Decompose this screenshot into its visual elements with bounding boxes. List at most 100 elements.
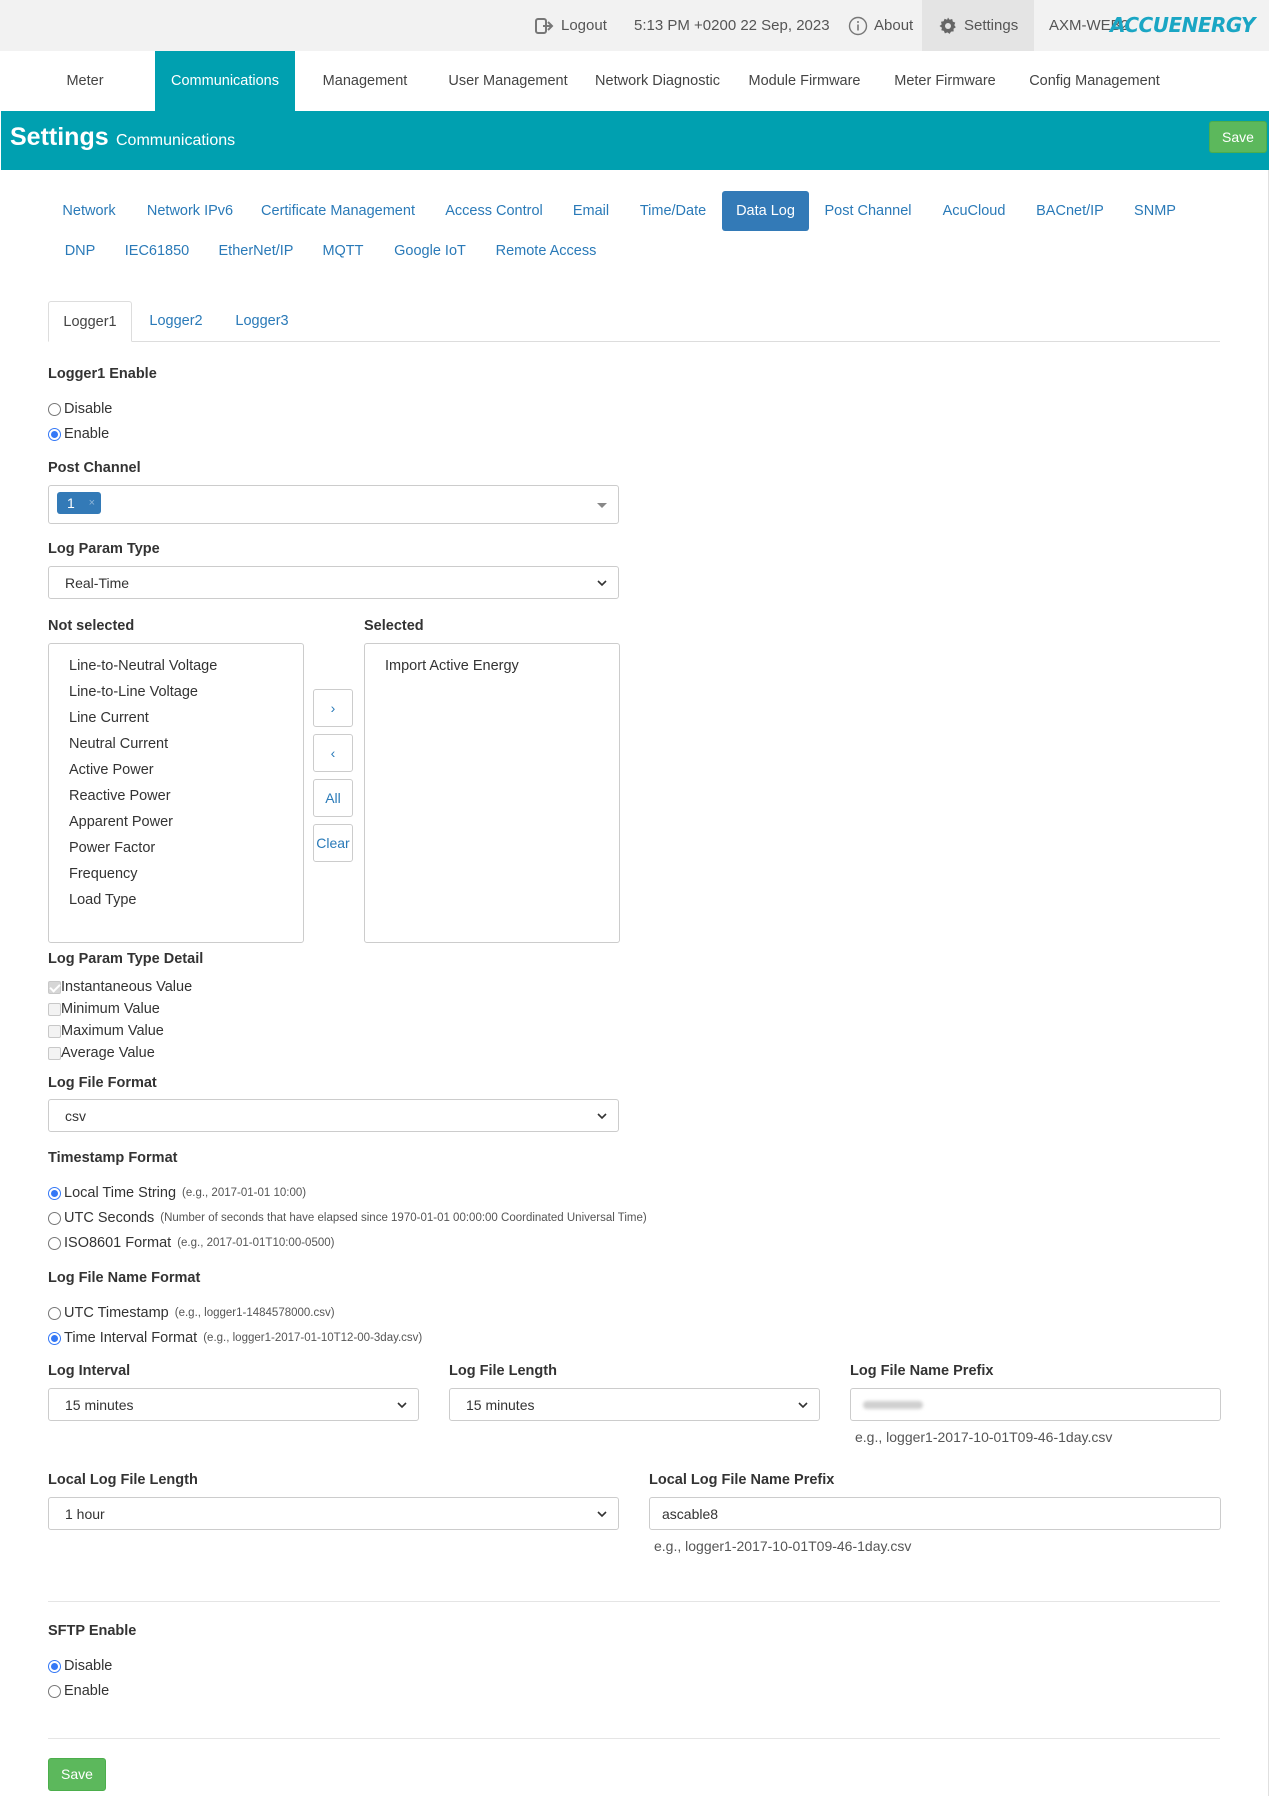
list-item[interactable]: Import Active Energy [385, 658, 519, 674]
nav-module-firmware[interactable]: Module Firmware [742, 51, 867, 111]
main-nav: Meter Communications Management User Man… [0, 51, 1269, 111]
minimum-checkbox[interactable]: Minimum Value [48, 1001, 160, 1017]
radio-circle [48, 1331, 61, 1345]
chevron-down-icon [397, 1401, 407, 1408]
settings-link[interactable]: Settings [922, 0, 1035, 51]
tab-certificate-management[interactable]: Certificate Management [257, 191, 419, 231]
local-file-length-select[interactable]: 1 hour [48, 1497, 619, 1530]
tab-access-control[interactable]: Access Control [437, 191, 551, 231]
list-item[interactable]: Line Current [69, 710, 149, 726]
list-item[interactable]: Load Type [69, 892, 136, 908]
tab-post-channel[interactable]: Post Channel [818, 191, 918, 231]
local-file-length-label: Local Log File Length [48, 1472, 198, 1488]
header-save-button[interactable]: Save [1209, 121, 1267, 153]
tab-google-iot[interactable]: Google IoT [386, 231, 474, 271]
utc-seconds-radio[interactable]: UTC Seconds (Number of seconds that have … [48, 1210, 647, 1226]
post-channel-multiselect[interactable] [48, 485, 619, 524]
tab-network-ipv6[interactable]: Network IPv6 [141, 191, 239, 231]
average-checkbox[interactable]: Average Value [48, 1045, 155, 1061]
caret-down-icon [597, 502, 607, 508]
tab-mqtt[interactable]: MQTT [316, 231, 370, 271]
tab-ethernet-ip[interactable]: EtherNet/IP [212, 231, 300, 271]
tab-snmp[interactable]: SNMP [1126, 191, 1184, 231]
selected-list[interactable] [364, 643, 620, 943]
select-value: Real-Time [65, 574, 130, 591]
radio-label: UTC Timestamp [64, 1305, 169, 1321]
logger-tabs-divider [48, 341, 1220, 342]
about-link[interactable]: About [848, 0, 913, 51]
list-item[interactable]: Frequency [69, 866, 138, 882]
clear-button[interactable]: Clear [313, 824, 353, 862]
tab-remote-access[interactable]: Remote Access [488, 231, 604, 271]
radio-label: Time Interval Format [64, 1330, 198, 1346]
logout-link[interactable]: Logout [535, 0, 607, 51]
checkbox-box [48, 1024, 61, 1038]
log-file-prefix-input[interactable] [850, 1388, 1221, 1421]
select-value: 15 minutes [466, 1396, 535, 1413]
tab-network[interactable]: Network [56, 191, 122, 231]
radio-label: Enable [64, 426, 110, 442]
post-channel-tag: 1 × [57, 492, 101, 514]
footer-save-button[interactable]: Save [48, 1758, 106, 1791]
tab-iec61850[interactable]: IEC61850 [118, 231, 196, 271]
logger-enable-radio[interactable]: Enable [48, 426, 109, 442]
time-interval-radio[interactable]: Time Interval Format (e.g., logger1-2017-… [48, 1330, 422, 1346]
move-all-button[interactable]: All [313, 779, 353, 817]
sftp-enable-radio[interactable]: Enable [48, 1683, 109, 1699]
not-selected-label: Not selected [48, 618, 135, 634]
redacted-value [863, 1400, 923, 1409]
logger-disable-radio[interactable]: Disable [48, 401, 112, 417]
move-left-button[interactable]: ‹ [313, 734, 353, 772]
tab-email[interactable]: Email [566, 191, 616, 231]
tab-logger2[interactable]: Logger2 [140, 301, 212, 342]
list-item[interactable]: Line-to-Neutral Voltage [69, 658, 217, 674]
tab-acucloud[interactable]: AcuCloud [934, 191, 1014, 231]
checkbox-label: Minimum Value [61, 1001, 160, 1017]
list-item[interactable]: Reactive Power [69, 788, 171, 804]
radio-circle [48, 1659, 61, 1673]
nav-meter-firmware[interactable]: Meter Firmware [885, 51, 1005, 111]
tab-data-log[interactable]: Data Log [722, 191, 809, 231]
local-file-prefix-label: Local Log File Name Prefix [649, 1472, 835, 1488]
tab-logger3[interactable]: Logger3 [226, 301, 298, 342]
accuenergy-logo: ACCUENERGY [1109, 13, 1256, 37]
move-right-button[interactable]: › [313, 689, 353, 727]
top-bar: Logout 5:13 PM +0200 22 Sep, 2023 About … [0, 0, 1269, 51]
utc-timestamp-radio[interactable]: UTC Timestamp (e.g., logger1-1484578000.c… [48, 1305, 335, 1321]
log-interval-select[interactable]: 15 minutes [48, 1388, 419, 1421]
nav-config-management[interactable]: Config Management [1022, 51, 1167, 111]
file-format-select[interactable]: csv [48, 1099, 619, 1132]
tab-dnp[interactable]: DNP [56, 231, 104, 271]
list-item[interactable]: Neutral Current [69, 736, 168, 752]
divider [48, 1738, 1220, 1739]
nav-management[interactable]: Management [315, 51, 415, 111]
checkbox-label: Average Value [61, 1045, 155, 1061]
radio-circle [48, 402, 61, 416]
tag-remove-icon[interactable]: × [89, 492, 95, 514]
tab-logger1[interactable]: Logger1 [48, 301, 132, 342]
radio-hint: (e.g., logger1-2017-01-10T12-00-3day.csv… [203, 1332, 423, 1344]
list-item[interactable]: Active Power [69, 762, 154, 778]
list-item[interactable]: Line-to-Line Voltage [69, 684, 198, 700]
sftp-disable-radio[interactable]: Disable [48, 1658, 112, 1674]
local-file-prefix-input[interactable]: ascable8 [649, 1497, 1221, 1530]
nav-meter[interactable]: Meter [45, 51, 125, 111]
tab-time-date[interactable]: Time/Date [632, 191, 714, 231]
tab-bacnet-ip[interactable]: BACnet/IP [1030, 191, 1110, 231]
radio-label: Enable [64, 1683, 110, 1699]
nav-communications[interactable]: Communications [155, 51, 295, 111]
log-param-type-select[interactable]: Real-Time [48, 566, 619, 599]
maximum-checkbox[interactable]: Maximum Value [48, 1023, 164, 1039]
list-item[interactable]: Apparent Power [69, 814, 173, 830]
radio-label: UTC Seconds [64, 1210, 155, 1226]
iso8601-radio[interactable]: ISO8601 Format (e.g., 2017-01-01T10:00-05… [48, 1235, 334, 1251]
instantaneous-checkbox[interactable]: Instantaneous Value [48, 979, 192, 995]
log-file-length-select[interactable]: 15 minutes [449, 1388, 820, 1421]
nav-user-management[interactable]: User Management [443, 51, 573, 111]
gear-icon [939, 17, 956, 34]
list-item[interactable]: Power Factor [69, 840, 155, 856]
local-time-radio[interactable]: Local Time String (e.g., 2017-01-01 10:00… [48, 1185, 306, 1201]
radio-hint: (e.g., 2017-01-01 10:00) [182, 1187, 307, 1199]
radio-circle [48, 1684, 61, 1698]
nav-network-diagnostic[interactable]: Network Diagnostic [590, 51, 725, 111]
